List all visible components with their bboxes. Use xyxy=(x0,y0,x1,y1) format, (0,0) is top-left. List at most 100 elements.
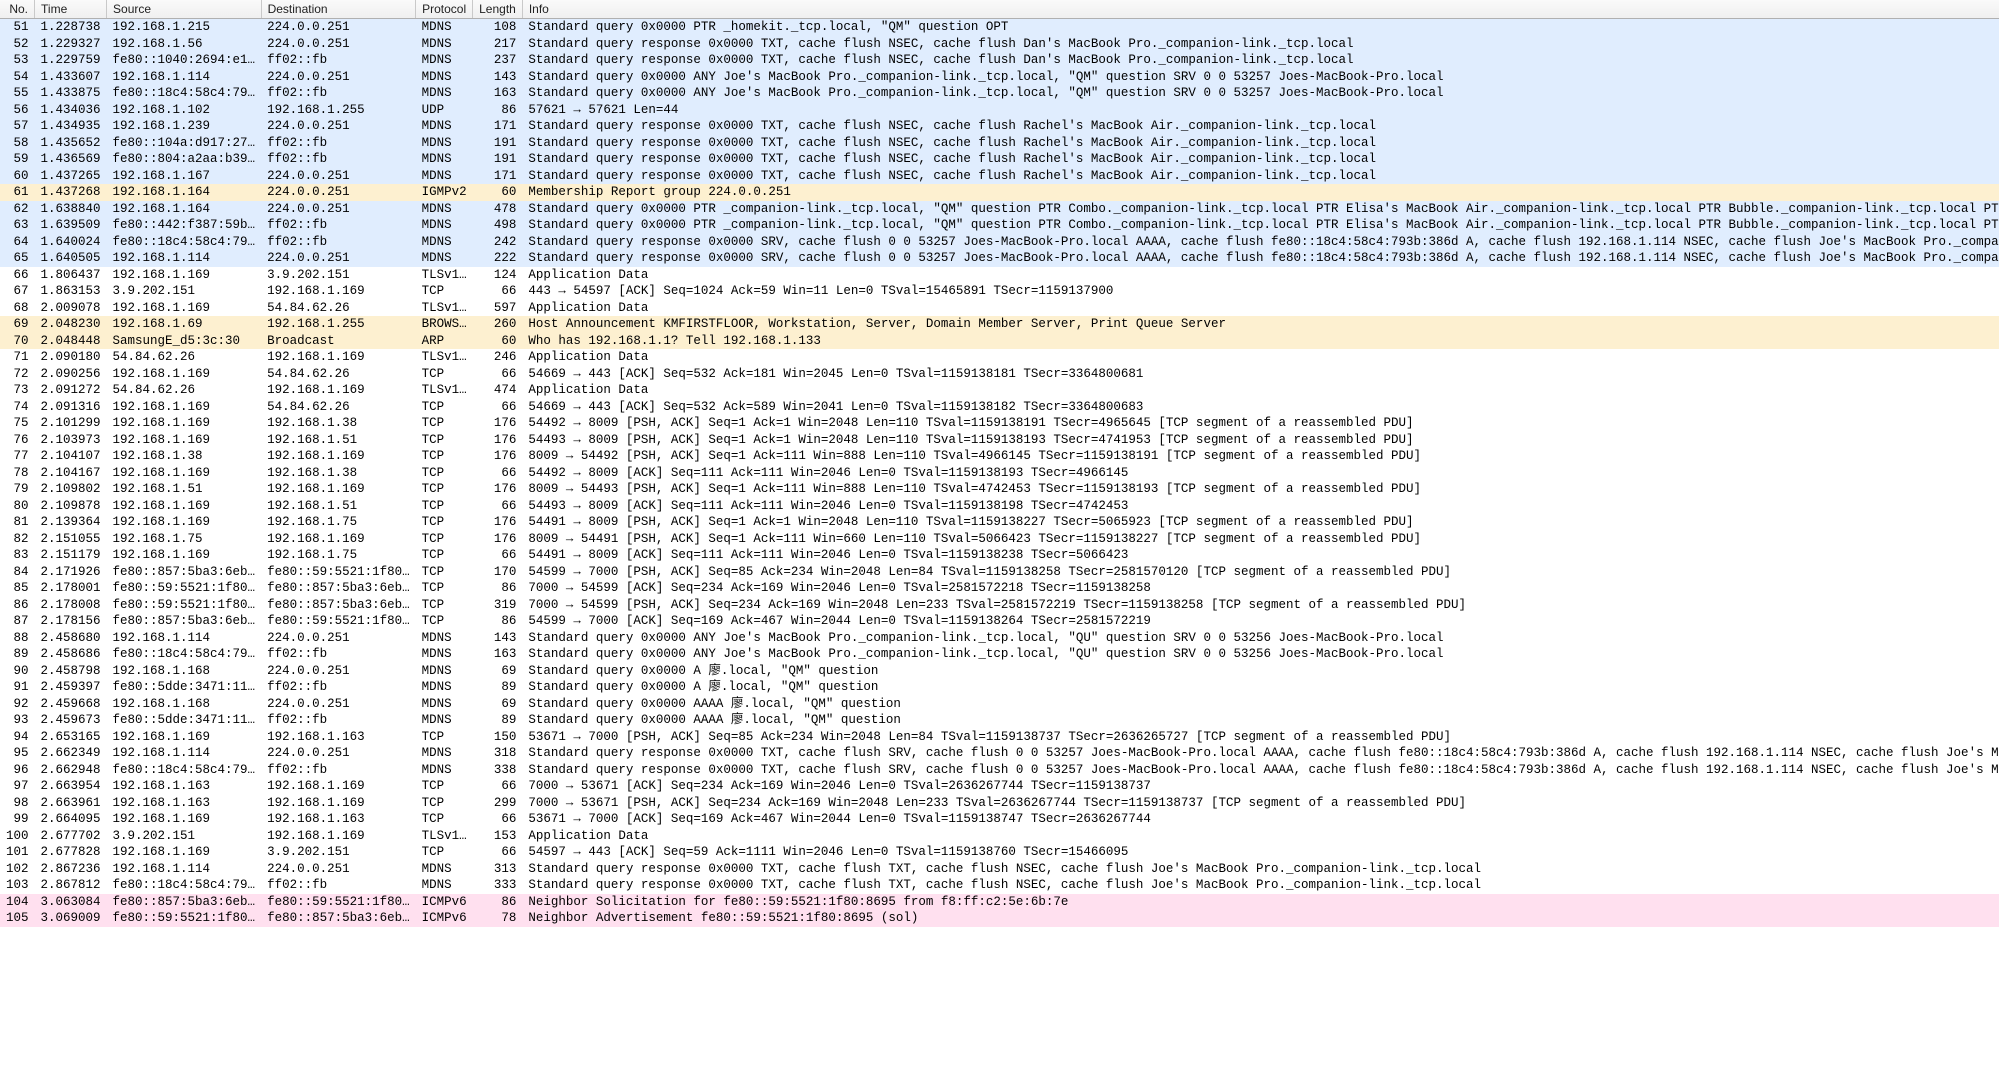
cell-no: 78 xyxy=(0,465,35,482)
packet-row[interactable]: 511.228738192.168.1.215224.0.0.251MDNS10… xyxy=(0,19,1999,36)
packet-row[interactable]: 872.178156fe80::857:5ba3:6eb…fe80::59:55… xyxy=(0,613,1999,630)
packet-row[interactable]: 641.640024fe80::18c4:58c4:79…ff02::fbMDN… xyxy=(0,234,1999,251)
packet-row[interactable]: 932.459673fe80::5dde:3471:11…ff02::fbMDN… xyxy=(0,712,1999,729)
packet-row[interactable]: 671.8631533.9.202.151192.168.1.169TCP664… xyxy=(0,283,1999,300)
cell-dst: 192.168.1.169 xyxy=(261,828,416,845)
packet-row[interactable]: 611.437268192.168.1.164224.0.0.251IGMPv2… xyxy=(0,184,1999,201)
packet-row[interactable]: 882.458680192.168.1.114224.0.0.251MDNS14… xyxy=(0,630,1999,647)
cell-info: Membership Report group 224.0.0.251 xyxy=(522,184,1999,201)
cell-proto: MDNS xyxy=(416,762,473,779)
cell-proto: MDNS xyxy=(416,234,473,251)
packet-row[interactable]: 1022.867236192.168.1.114224.0.0.251MDNS3… xyxy=(0,861,1999,878)
packet-row[interactable]: 1032.867812fe80::18c4:58c4:79…ff02::fbMD… xyxy=(0,877,1999,894)
packet-row[interactable]: 902.458798192.168.1.168224.0.0.251MDNS69… xyxy=(0,663,1999,680)
cell-dst: 224.0.0.251 xyxy=(261,696,416,713)
cell-dst: fe80::59:5521:1f80… xyxy=(261,894,416,911)
packet-row[interactable]: 812.139364192.168.1.169192.168.1.75TCP17… xyxy=(0,514,1999,531)
packet-row[interactable]: 682.009078192.168.1.16954.84.62.26TLSv1…… xyxy=(0,300,1999,317)
packet-row[interactable]: 942.653165192.168.1.169192.168.1.163TCP1… xyxy=(0,729,1999,746)
packet-table-header[interactable]: No. Time Source Destination Protocol Len… xyxy=(0,0,1999,19)
packet-row[interactable]: 1043.063084fe80::857:5ba3:6eb…fe80::59:5… xyxy=(0,894,1999,911)
cell-dst: 192.168.1.51 xyxy=(261,498,416,515)
packet-row[interactable]: 892.458686fe80::18c4:58c4:79…ff02::fbMDN… xyxy=(0,646,1999,663)
packet-row[interactable]: 571.434935192.168.1.239224.0.0.251MDNS17… xyxy=(0,118,1999,135)
packet-row[interactable]: 962.662948fe80::18c4:58c4:79…ff02::fbMDN… xyxy=(0,762,1999,779)
packet-row[interactable]: 922.459668192.168.1.168224.0.0.251MDNS69… xyxy=(0,696,1999,713)
cell-src: fe80::59:5521:1f80… xyxy=(107,580,262,597)
packet-row[interactable]: 802.109878192.168.1.169192.168.1.51TCP66… xyxy=(0,498,1999,515)
cell-time: 2.459397 xyxy=(35,679,107,696)
packet-row[interactable]: 1002.6777023.9.202.151192.168.1.169TLSv1… xyxy=(0,828,1999,845)
cell-len: 191 xyxy=(473,151,523,168)
cell-src: fe80::18c4:58c4:79… xyxy=(107,646,262,663)
packet-row[interactable]: 832.151179192.168.1.169192.168.1.75TCP66… xyxy=(0,547,1999,564)
packet-row[interactable]: 862.178008fe80::59:5521:1f80…fe80::857:5… xyxy=(0,597,1999,614)
packet-row[interactable]: 551.433875fe80::18c4:58c4:79…ff02::fbMDN… xyxy=(0,85,1999,102)
packet-row[interactable]: 952.662349192.168.1.114224.0.0.251MDNS31… xyxy=(0,745,1999,762)
packet-row[interactable]: 732.09127254.84.62.26192.168.1.169TLSv1…… xyxy=(0,382,1999,399)
cell-proto: TCP xyxy=(416,547,473,564)
packet-row[interactable]: 982.663961192.168.1.163192.168.1.169TCP2… xyxy=(0,795,1999,812)
packet-row[interactable]: 591.436569fe80::804:a2aa:b39…ff02::fbMDN… xyxy=(0,151,1999,168)
packet-row[interactable]: 772.104107192.168.1.38192.168.1.169TCP17… xyxy=(0,448,1999,465)
packet-row[interactable]: 702.048448SamsungE_d5:3c:30BroadcastARP6… xyxy=(0,333,1999,350)
packet-row[interactable]: 752.101299192.168.1.169192.168.1.38TCP17… xyxy=(0,415,1999,432)
cell-info: Standard query 0x0000 A 廖.local, "QM" qu… xyxy=(522,679,1999,696)
cell-time: 2.458686 xyxy=(35,646,107,663)
cell-info: 54491 → 8009 [ACK] Seq=111 Ack=111 Win=2… xyxy=(522,547,1999,564)
cell-len: 66 xyxy=(473,399,523,416)
cell-time: 2.048230 xyxy=(35,316,107,333)
cell-len: 176 xyxy=(473,481,523,498)
packet-row[interactable]: 521.229327192.168.1.56224.0.0.251MDNS217… xyxy=(0,36,1999,53)
cell-no: 87 xyxy=(0,613,35,630)
cell-no: 56 xyxy=(0,102,35,119)
packet-row[interactable]: 762.103973192.168.1.169192.168.1.51TCP17… xyxy=(0,432,1999,449)
packet-row[interactable]: 561.434036192.168.1.102192.168.1.255UDP8… xyxy=(0,102,1999,119)
col-length[interactable]: Length xyxy=(473,0,523,19)
packet-row[interactable]: 792.109802192.168.1.51192.168.1.169TCP17… xyxy=(0,481,1999,498)
packet-row[interactable]: 601.437265192.168.1.167224.0.0.251MDNS17… xyxy=(0,168,1999,185)
packet-row[interactable]: 631.639509fe80::442:f387:59b…ff02::fbMDN… xyxy=(0,217,1999,234)
col-source[interactable]: Source xyxy=(107,0,262,19)
packet-row[interactable]: 852.178001fe80::59:5521:1f80…fe80::857:5… xyxy=(0,580,1999,597)
packet-row[interactable]: 531.229759fe80::1040:2694:e1…ff02::fbMDN… xyxy=(0,52,1999,69)
cell-dst: 192.168.1.169 xyxy=(261,283,416,300)
packet-row[interactable]: 1012.677828192.168.1.1693.9.202.151TCP66… xyxy=(0,844,1999,861)
packet-row[interactable]: 972.663954192.168.1.163192.168.1.169TCP6… xyxy=(0,778,1999,795)
col-no[interactable]: No. xyxy=(0,0,35,19)
packet-row[interactable]: 722.090256192.168.1.16954.84.62.26TCP665… xyxy=(0,366,1999,383)
cell-len: 89 xyxy=(473,679,523,696)
cell-time: 2.662948 xyxy=(35,762,107,779)
packet-row[interactable]: 1053.069009fe80::59:5521:1f80…fe80::857:… xyxy=(0,910,1999,927)
packet-row[interactable]: 661.806437192.168.1.1693.9.202.151TLSv1…… xyxy=(0,267,1999,284)
cell-len: 60 xyxy=(473,333,523,350)
col-info[interactable]: Info xyxy=(522,0,1999,19)
cell-info: 54492 → 8009 [ACK] Seq=111 Ack=111 Win=2… xyxy=(522,465,1999,482)
col-destination[interactable]: Destination xyxy=(261,0,416,19)
packet-row[interactable]: 621.638840192.168.1.164224.0.0.251MDNS47… xyxy=(0,201,1999,218)
cell-proto: MDNS xyxy=(416,19,473,36)
cell-dst: 192.168.1.169 xyxy=(261,481,416,498)
packet-row[interactable]: 581.435652fe80::104a:d917:27…ff02::fbMDN… xyxy=(0,135,1999,152)
col-time[interactable]: Time xyxy=(35,0,107,19)
cell-time: 2.663954 xyxy=(35,778,107,795)
packet-row[interactable]: 692.048230192.168.1.69192.168.1.255BROWS… xyxy=(0,316,1999,333)
cell-proto: MDNS xyxy=(416,861,473,878)
packet-row[interactable]: 912.459397fe80::5dde:3471:11…ff02::fbMDN… xyxy=(0,679,1999,696)
cell-info: Standard query 0x0000 PTR _companion-lin… xyxy=(522,201,1999,218)
cell-src: fe80::18c4:58c4:79… xyxy=(107,85,262,102)
packet-row[interactable]: 651.640505192.168.1.114224.0.0.251MDNS22… xyxy=(0,250,1999,267)
col-protocol[interactable]: Protocol xyxy=(416,0,473,19)
packet-row[interactable]: 822.151055192.168.1.75192.168.1.169TCP17… xyxy=(0,531,1999,548)
packet-row[interactable]: 541.433607192.168.1.114224.0.0.251MDNS14… xyxy=(0,69,1999,86)
packet-row[interactable]: 992.664095192.168.1.169192.168.1.163TCP6… xyxy=(0,811,1999,828)
cell-dst: 192.168.1.169 xyxy=(261,448,416,465)
packet-row[interactable]: 712.09018054.84.62.26192.168.1.169TLSv1…… xyxy=(0,349,1999,366)
cell-dst: 224.0.0.251 xyxy=(261,630,416,647)
packet-row[interactable]: 782.104167192.168.1.169192.168.1.38TCP66… xyxy=(0,465,1999,482)
cell-proto: MDNS xyxy=(416,663,473,680)
packet-row[interactable]: 842.171926fe80::857:5ba3:6eb…fe80::59:55… xyxy=(0,564,1999,581)
cell-dst: 192.168.1.169 xyxy=(261,382,416,399)
cell-dst: 224.0.0.251 xyxy=(261,663,416,680)
packet-row[interactable]: 742.091316192.168.1.16954.84.62.26TCP665… xyxy=(0,399,1999,416)
